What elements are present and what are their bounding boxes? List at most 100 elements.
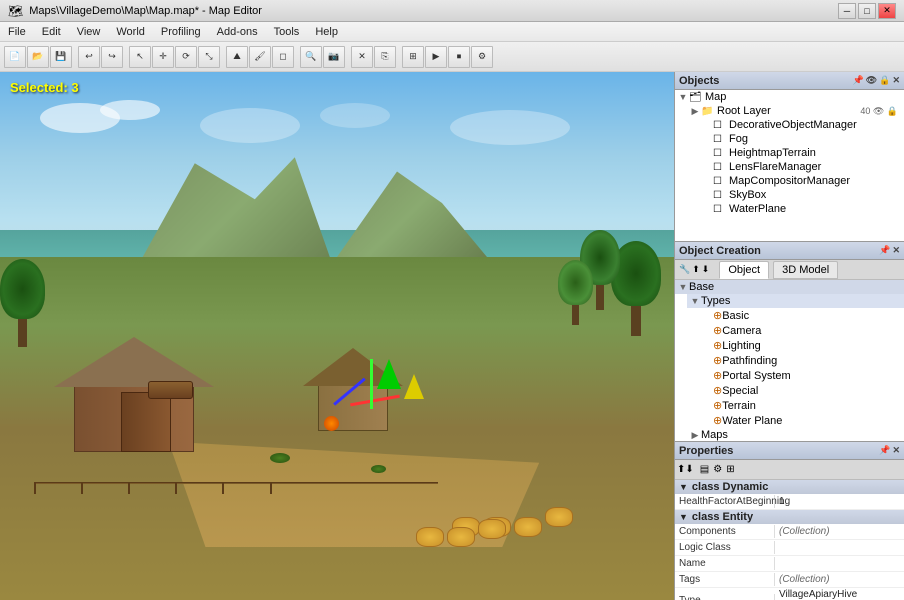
select-button[interactable]: ↖ <box>129 46 151 68</box>
creation-icon1[interactable]: 🔧 <box>679 264 690 275</box>
properties-panel-header: Properties 📌 ✕ <box>675 442 904 460</box>
prop-logicclass: Logic Class <box>675 540 904 556</box>
terrain-button[interactable]: ⛰ <box>226 46 248 68</box>
properties-toolbar: ⬆⬇ ▤ ⚙ ⊞ <box>675 460 904 480</box>
menu-view[interactable]: View <box>69 24 109 40</box>
objects-panel-title: Objects <box>679 75 719 87</box>
tree-item-lensflare[interactable]: ☐ LensFlareManager <box>699 160 904 174</box>
objects-pin-icon[interactable]: 📌 <box>853 75 864 86</box>
properties-panel: Properties 📌 ✕ ⬆⬇ ▤ ⚙ ⊞ ▼ class Dynamic <box>675 442 904 600</box>
titlebar: 🗺 Maps\VillageDemo\Map\Map.map* - Map Ed… <box>0 0 904 22</box>
tree-item-map[interactable]: ▼ 🗂 Map <box>675 90 904 104</box>
objects-lock-icon[interactable]: 🔒 <box>879 75 890 86</box>
menubar: File Edit View World Profiling Add-ons T… <box>0 22 904 42</box>
copy-button[interactable]: ⎘ <box>374 46 396 68</box>
tree-item-terrain[interactable]: ☐ HeightmapTerrain <box>699 146 904 160</box>
objects-close-icon[interactable]: ✕ <box>892 75 900 86</box>
props-settings-icon[interactable]: ⚙ <box>713 464 722 475</box>
tab-object[interactable]: Object <box>719 261 769 279</box>
creation-tree-basic[interactable]: ⊕ Basic <box>699 308 904 323</box>
creation-tree-maps[interactable]: ▶ Maps <box>687 428 904 442</box>
prop-group-dynamic[interactable]: ▼ class Dynamic <box>675 480 904 494</box>
main-area: Selected: 3 Objects 📌 👁 🔒 ✕ ▼ 🗂 Map <box>0 72 904 600</box>
objects-eye-icon[interactable]: 👁 <box>866 75 877 86</box>
tree-item-mapcomp[interactable]: ☐ MapCompositorManager <box>699 174 904 188</box>
clouds <box>0 98 674 204</box>
creation-icon3[interactable]: ⬇ <box>702 264 710 275</box>
redo-button[interactable]: ↪ <box>101 46 123 68</box>
play-button[interactable]: ▶ <box>425 46 447 68</box>
creation-tree[interactable]: ▼ Base ▼ Types ⊕ Basic ⊕ Camera <box>675 280 904 442</box>
props-close-icon[interactable]: ✕ <box>892 445 900 456</box>
menu-world[interactable]: World <box>108 24 153 40</box>
eraser-button[interactable]: ◻ <box>272 46 294 68</box>
props-pin-icon[interactable]: 📌 <box>879 445 890 456</box>
viewport[interactable]: Selected: 3 <box>0 72 674 600</box>
creation-pin-icon[interactable]: 📌 <box>879 245 890 256</box>
tree-item-decobj[interactable]: ☐ DecorativeObjectManager <box>699 118 904 132</box>
menu-addons[interactable]: Add-ons <box>209 24 266 40</box>
prop-components: Components (Collection) <box>675 524 904 540</box>
selected-label: Selected: 3 <box>10 80 79 95</box>
new-button[interactable]: 📄 <box>4 46 26 68</box>
creation-tree-special[interactable]: ⊕ Special <box>699 383 904 398</box>
creation-tree-base[interactable]: ▼ Base <box>675 280 904 294</box>
tree-item-waterplane[interactable]: ☐ WaterPlane <box>699 202 904 216</box>
menu-file[interactable]: File <box>0 24 34 40</box>
prop-group-entity[interactable]: ▼ class Entity <box>675 510 904 524</box>
selected-marker-green <box>377 359 401 389</box>
right-panel: Objects 📌 👁 🔒 ✕ ▼ 🗂 Map ▶ 📁 Root Lay <box>674 72 904 600</box>
titlebar-controls: ─ □ ✕ <box>838 3 896 19</box>
menu-tools[interactable]: Tools <box>266 24 308 40</box>
scale-button[interactable]: ⤡ <box>198 46 220 68</box>
open-button[interactable]: 📂 <box>27 46 49 68</box>
properties-content[interactable]: ▼ class Dynamic HealthFactorAtBeginning … <box>675 480 904 600</box>
tree-item-skybox[interactable]: ☐ SkyBox <box>699 188 904 202</box>
stop-button[interactable]: ⏹ <box>448 46 470 68</box>
creation-panel-header: Object Creation 📌 ✕ <box>675 242 904 260</box>
app-icon: 🗺 <box>8 4 23 18</box>
menu-edit[interactable]: Edit <box>34 24 69 40</box>
tree-item-rootlayer[interactable]: ▶ 📁 Root Layer 40 👁 🔒 <box>687 104 904 118</box>
titlebar-title: Maps\VillageDemo\Map\Map.map* - Map Edit… <box>29 5 262 17</box>
objects-panel: Objects 📌 👁 🔒 ✕ ▼ 🗂 Map ▶ 📁 Root Lay <box>675 72 904 242</box>
objects-panel-header: Objects 📌 👁 🔒 ✕ <box>675 72 904 90</box>
objects-tree[interactable]: ▼ 🗂 Map ▶ 📁 Root Layer 40 👁 🔒 ☐ Decorati… <box>675 90 904 242</box>
creation-tree-lighting[interactable]: ⊕ Lighting <box>699 338 904 353</box>
rotate-button[interactable]: ⟳ <box>175 46 197 68</box>
camera-button[interactable]: 📷 <box>323 46 345 68</box>
grid-button[interactable]: ⊞ <box>402 46 424 68</box>
creation-close-icon[interactable]: ✕ <box>892 245 900 256</box>
delete-button[interactable]: ✕ <box>351 46 373 68</box>
move-button[interactable]: ✛ <box>152 46 174 68</box>
menu-help[interactable]: Help <box>307 24 346 40</box>
props-expand-icon[interactable]: ⊞ <box>726 464 734 475</box>
tab-3dmodel[interactable]: 3D Model <box>773 261 838 279</box>
props-filter-icon[interactable]: ▤ <box>700 464 709 475</box>
creation-panel-title: Object Creation <box>679 245 761 257</box>
creation-tree-terrain2[interactable]: ⊕ Terrain <box>699 398 904 413</box>
close-button[interactable]: ✕ <box>878 3 896 19</box>
menu-profiling[interactable]: Profiling <box>153 24 209 40</box>
creation-tree-portalsystem[interactable]: ⊕ Portal System <box>699 368 904 383</box>
properties-panel-title: Properties <box>679 445 733 457</box>
tree-item-fog[interactable]: ☐ Fog <box>699 132 904 146</box>
save-button[interactable]: 💾 <box>50 46 72 68</box>
brush-button[interactable]: 🖌 <box>249 46 271 68</box>
creation-tree-types[interactable]: ▼ Types <box>687 294 904 308</box>
creation-toolbar: 🔧 ⬆ ⬇ Object 3D Model <box>675 260 904 280</box>
creation-icon2[interactable]: ⬆ <box>692 264 700 275</box>
prop-type: Type VillageApiaryHive (Dynamic) <box>675 588 904 600</box>
settings-button[interactable]: ⚙ <box>471 46 493 68</box>
zoom-button[interactable]: 🔍 <box>300 46 322 68</box>
creation-tree-pathfinding[interactable]: ⊕ Pathfinding <box>699 353 904 368</box>
prop-name: Name <box>675 556 904 572</box>
prop-tags: Tags (Collection) <box>675 572 904 588</box>
minimize-button[interactable]: ─ <box>838 3 856 19</box>
undo-button[interactable]: ↩ <box>78 46 100 68</box>
props-sort-icon[interactable]: ⬆⬇ <box>677 464 694 475</box>
maximize-button[interactable]: □ <box>858 3 876 19</box>
creation-tree-camera[interactable]: ⊕ Camera <box>699 323 904 338</box>
creation-tree-waterplane2[interactable]: ⊕ Water Plane <box>699 413 904 428</box>
prop-healthfactor: HealthFactorAtBeginning 1 <box>675 494 904 510</box>
